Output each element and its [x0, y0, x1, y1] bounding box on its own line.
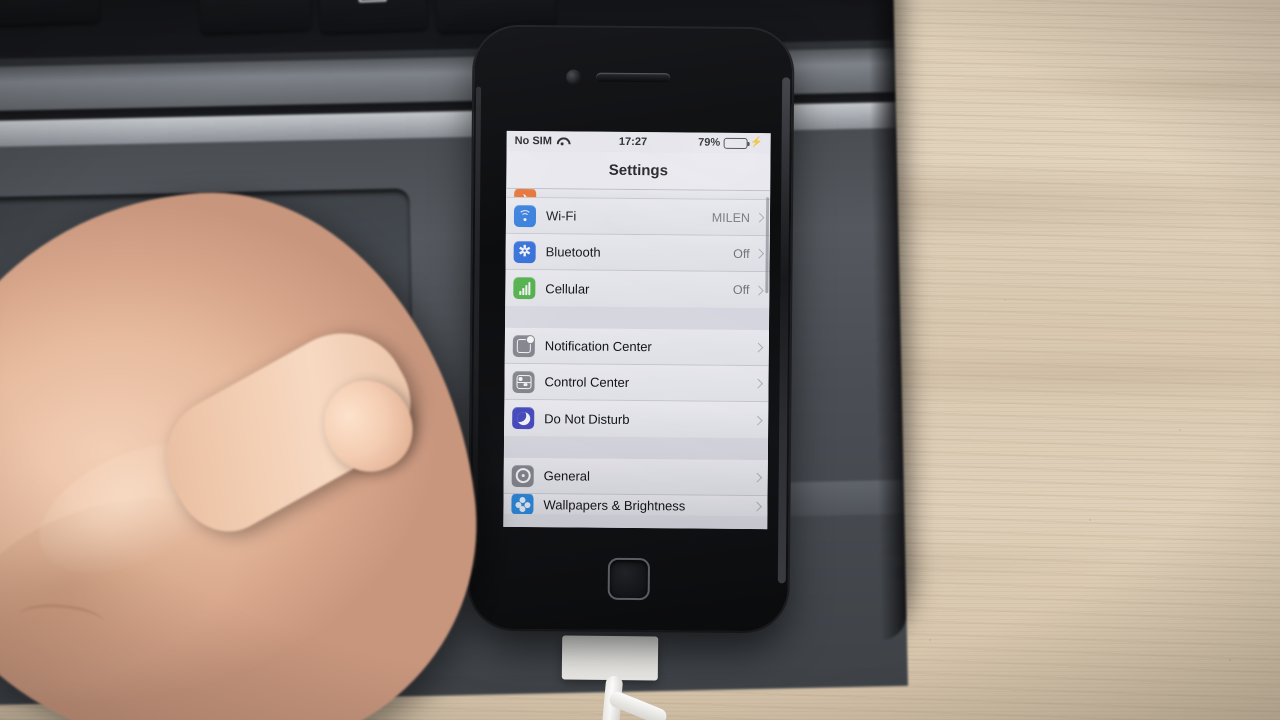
control-center-icon [512, 370, 535, 393]
settings-row-value: MILEN [711, 210, 751, 225]
settings-row-cellular[interactable]: Cellular Off [505, 269, 770, 309]
status-bar-right: 79% ⚡ [698, 137, 763, 150]
flower-icon [511, 493, 534, 516]
page-title: Settings [506, 150, 771, 192]
bluetooth-icon: ✲ [513, 240, 536, 263]
settings-row-label: Wallpapers & Brightness [543, 496, 686, 513]
settings-row-label: Notification Center [544, 338, 652, 355]
iphone-device: No SIM 17:27 79% ⚡ Settings ✈ Air [469, 26, 793, 632]
home-button[interactable] [607, 557, 651, 601]
chevron-right-icon [752, 472, 763, 483]
status-bar: No SIM 17:27 79% ⚡ [506, 130, 771, 154]
chevron-right-icon [753, 285, 764, 296]
battery-percent-label: 79% [698, 136, 721, 149]
settings-row-label: General [543, 468, 591, 484]
wifi-status-icon [556, 136, 568, 146]
settings-row-label: Cellular [545, 280, 590, 297]
wifi-icon [513, 204, 537, 227]
settings-list[interactable]: ✈ Airplane Mode Wi-Fi MILEN ✲ Bluetooth [503, 188, 771, 530]
gear-icon [511, 464, 534, 487]
settings-group-system: General Wallpapers & Brightness [503, 457, 768, 517]
status-bar-left: No SIM [515, 135, 568, 147]
moon-icon [512, 406, 535, 430]
chevron-right-icon [754, 248, 765, 259]
dock-connector [561, 635, 659, 681]
front-camera [566, 69, 582, 85]
settings-group-connectivity: ✈ Airplane Mode Wi-Fi MILEN ✲ Bluetooth [505, 188, 771, 309]
cellular-icon [513, 276, 536, 300]
settings-row-do-not-disturb[interactable]: Do Not Disturb [504, 399, 769, 439]
settings-row-label: Wi-Fi [545, 208, 577, 224]
alt-key-label: ALT [233, 0, 275, 1]
chevron-right-icon [754, 212, 765, 223]
settings-row-wallpapers-brightness[interactable]: Wallpapers & Brightness [503, 493, 768, 517]
carrier-label: No SIM [514, 134, 552, 148]
notification-center-icon [512, 334, 535, 357]
ctrl-key-label: CTRL [464, 0, 526, 1]
alt-key[interactable]: ALT [197, 0, 311, 34]
settings-row-control-center[interactable]: Control Center [504, 363, 769, 403]
chevron-right-icon [753, 378, 763, 389]
settings-row-label: Bluetooth [545, 244, 601, 260]
settings-row-value: Off [732, 282, 750, 298]
settings-row-value: Off [733, 246, 750, 261]
settings-row-general[interactable]: General [503, 457, 768, 497]
status-bar-time: 17:27 [618, 135, 648, 149]
menu-key[interactable] [317, 0, 427, 33]
settings-row-wifi[interactable]: Wi-Fi MILEN [505, 197, 771, 237]
menu-icon [357, 0, 387, 3]
list-group-separator [505, 305, 770, 331]
settings-row-label: Do Not Disturb [544, 410, 630, 427]
screenshot-scene: ALT CTRL No SIM 17:27 79% [0, 0, 1280, 720]
phone-screen[interactable]: No SIM 17:27 79% ⚡ Settings ✈ Air [503, 130, 771, 530]
chevron-right-icon [753, 342, 764, 353]
earpiece-speaker [596, 72, 671, 83]
battery-icon [723, 137, 748, 149]
phone-right-bezel-shine [777, 77, 791, 584]
settings-row-label: Control Center [544, 374, 630, 390]
charging-bolt-icon: ⚡ [750, 137, 763, 149]
list-group-separator [503, 435, 769, 461]
settings-row-notification-center[interactable]: Notification Center [504, 327, 769, 367]
settings-row-bluetooth[interactable]: ✲ Bluetooth Off [505, 233, 770, 273]
settings-group-centers: Notification Center Control Center Do No… [504, 327, 769, 439]
